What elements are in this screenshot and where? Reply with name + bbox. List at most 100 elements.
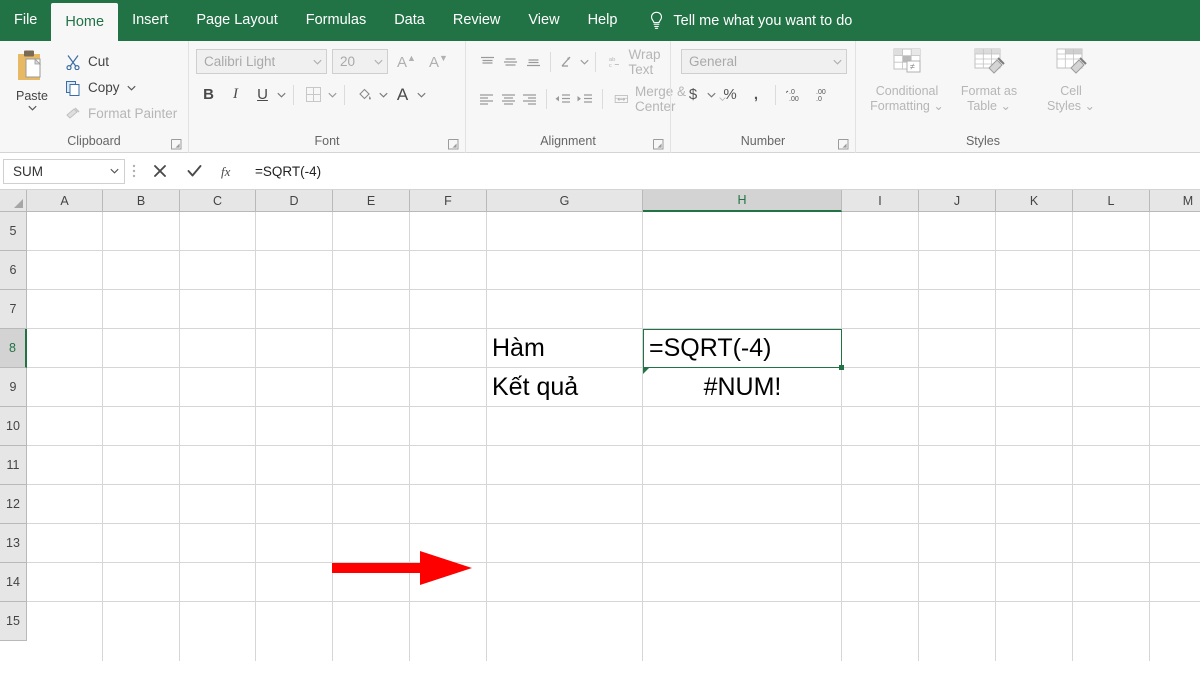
row-header-8[interactable]: 8 <box>0 329 27 368</box>
borders-button[interactable] <box>301 82 326 107</box>
row-header-13[interactable]: 13 <box>0 524 27 563</box>
row-header-6[interactable]: 6 <box>0 251 27 290</box>
align-left-button[interactable] <box>476 87 497 112</box>
fill-color-button[interactable] <box>352 82 377 107</box>
row-header-14[interactable]: 14 <box>0 563 27 602</box>
ribbon-tab-data[interactable]: Data <box>380 0 439 41</box>
font-name-combo[interactable]: Calibri Light <box>196 49 327 74</box>
bold-button[interactable]: B <box>196 82 221 107</box>
increase-decimal-button[interactable]: .0 .00 <box>783 82 808 107</box>
column-header-i[interactable]: I <box>842 190 919 212</box>
copy-button[interactable]: Copy <box>65 76 177 99</box>
wrap-text-button[interactable]: ab c Wrap Text <box>608 47 679 77</box>
ribbon-tab-page-layout[interactable]: Page Layout <box>182 0 291 41</box>
format-as-table-button[interactable]: Format as Table ⌄ <box>950 47 1028 114</box>
name-box[interactable]: SUM <box>3 158 125 184</box>
clipboard-dialog-launcher-icon[interactable] <box>171 139 182 150</box>
underline-options-button[interactable] <box>277 85 286 105</box>
cell-g8[interactable]: Hàm <box>487 329 643 368</box>
ribbon-tab-view[interactable]: View <box>514 0 573 41</box>
align-center-button[interactable] <box>498 87 519 112</box>
cell-g9[interactable]: Kết quả <box>487 368 643 407</box>
tell-me-box[interactable]: Tell me what you want to do <box>649 0 852 41</box>
ribbon-tab-review[interactable]: Review <box>439 0 515 41</box>
column-header-l[interactable]: L <box>1073 190 1150 212</box>
column-header-m[interactable]: M <box>1150 190 1200 212</box>
formula-input[interactable]: =SQRT(-4) <box>249 158 1197 184</box>
insert-function-button[interactable]: fx <box>211 158 245 184</box>
row-header-9[interactable]: 9 <box>0 368 27 407</box>
orientation-button[interactable] <box>557 50 579 75</box>
font-color-options-button[interactable] <box>417 85 426 105</box>
cell-h9[interactable]: #NUM! <box>643 368 842 407</box>
fill-handle[interactable] <box>839 365 844 370</box>
decrease-decimal-button[interactable]: .00 .0 <box>810 82 835 107</box>
ribbon-tab-insert[interactable]: Insert <box>118 0 182 41</box>
format-painter-button[interactable]: Format Painter <box>65 102 177 125</box>
row-header-12[interactable]: 12 <box>0 485 27 524</box>
orientation-options-button[interactable] <box>580 52 589 72</box>
column-header-g[interactable]: G <box>487 190 643 212</box>
column-header-j[interactable]: J <box>919 190 996 212</box>
row-header-10[interactable]: 10 <box>0 407 27 446</box>
column-header-label: E <box>366 193 376 208</box>
cell-styles-button[interactable]: Cell Styles ⌄ <box>1032 47 1110 114</box>
formula-bar-grip[interactable] <box>125 163 143 179</box>
row-header-5[interactable]: 5 <box>0 212 27 251</box>
enter-formula-button[interactable] <box>177 158 211 184</box>
align-right-button[interactable] <box>520 87 541 112</box>
increase-indent-button[interactable] <box>575 87 596 112</box>
fat-line2: Table <box>967 99 997 113</box>
align-top-button[interactable] <box>476 50 498 75</box>
ribbon-tab-formulas[interactable]: Formulas <box>292 0 380 41</box>
select-all-button[interactable] <box>0 190 27 212</box>
row-header-15[interactable]: 15 <box>0 602 27 641</box>
accounting-format-button[interactable]: $ <box>681 82 705 107</box>
fill-color-options-button[interactable] <box>379 85 388 105</box>
name-box-value: SUM <box>13 163 43 179</box>
decrease-font-size-button[interactable]: A▼ <box>425 53 452 71</box>
percent-format-button[interactable]: % <box>718 82 742 107</box>
align-middle-button[interactable] <box>499 50 521 75</box>
column-header-k[interactable]: K <box>996 190 1073 212</box>
column-header-c[interactable]: C <box>180 190 256 212</box>
divider <box>775 84 776 105</box>
font-dialog-launcher-icon[interactable] <box>448 139 459 150</box>
chevron-down-icon[interactable]: ⌄ <box>1085 99 1095 113</box>
grid-column-line <box>179 212 180 661</box>
conditional-formatting-button[interactable]: ≠ Conditional Formatting ⌄ <box>868 47 946 114</box>
chevron-down-icon[interactable] <box>126 85 136 91</box>
column-header-h[interactable]: H <box>643 190 842 212</box>
borders-options-button[interactable] <box>328 85 337 105</box>
align-bottom-button[interactable] <box>522 50 544 75</box>
ribbon-tab-help[interactable]: Help <box>574 0 632 41</box>
row-header-7[interactable]: 7 <box>0 290 27 329</box>
row-header-label: 13 <box>6 536 20 550</box>
ribbon-tab-file[interactable]: File <box>0 0 51 41</box>
accounting-options-button[interactable] <box>707 85 716 105</box>
font-color-button[interactable]: A <box>390 82 415 107</box>
alignment-dialog-launcher-icon[interactable] <box>653 139 664 150</box>
column-header-f[interactable]: F <box>410 190 487 212</box>
chevron-down-icon[interactable]: ⌄ <box>1000 99 1010 113</box>
column-header-b[interactable]: B <box>103 190 180 212</box>
decrease-indent-button[interactable] <box>553 87 574 112</box>
ribbon-tab-home[interactable]: Home <box>51 3 119 41</box>
row-header-11[interactable]: 11 <box>0 446 27 485</box>
cell-editor-h8[interactable]: =SQRT(-4) <box>643 329 842 368</box>
number-dialog-launcher-icon[interactable] <box>838 139 849 150</box>
grid-row-line <box>27 445 1200 446</box>
italic-button[interactable]: I <box>223 82 248 107</box>
comma-format-button[interactable]: , <box>744 82 768 107</box>
column-header-d[interactable]: D <box>256 190 333 212</box>
chevron-down-icon[interactable]: ⌄ <box>933 99 943 113</box>
increase-font-size-button[interactable]: A▲ <box>393 53 420 71</box>
font-size-combo[interactable]: 20 <box>332 49 388 74</box>
cancel-formula-button[interactable] <box>143 158 177 184</box>
paste-button[interactable]: Paste <box>7 47 57 111</box>
column-header-e[interactable]: E <box>333 190 410 212</box>
underline-button[interactable]: U <box>250 82 275 107</box>
number-format-combo[interactable]: General <box>681 49 847 74</box>
cut-button[interactable]: Cut <box>65 50 177 73</box>
column-header-a[interactable]: A <box>27 190 103 212</box>
